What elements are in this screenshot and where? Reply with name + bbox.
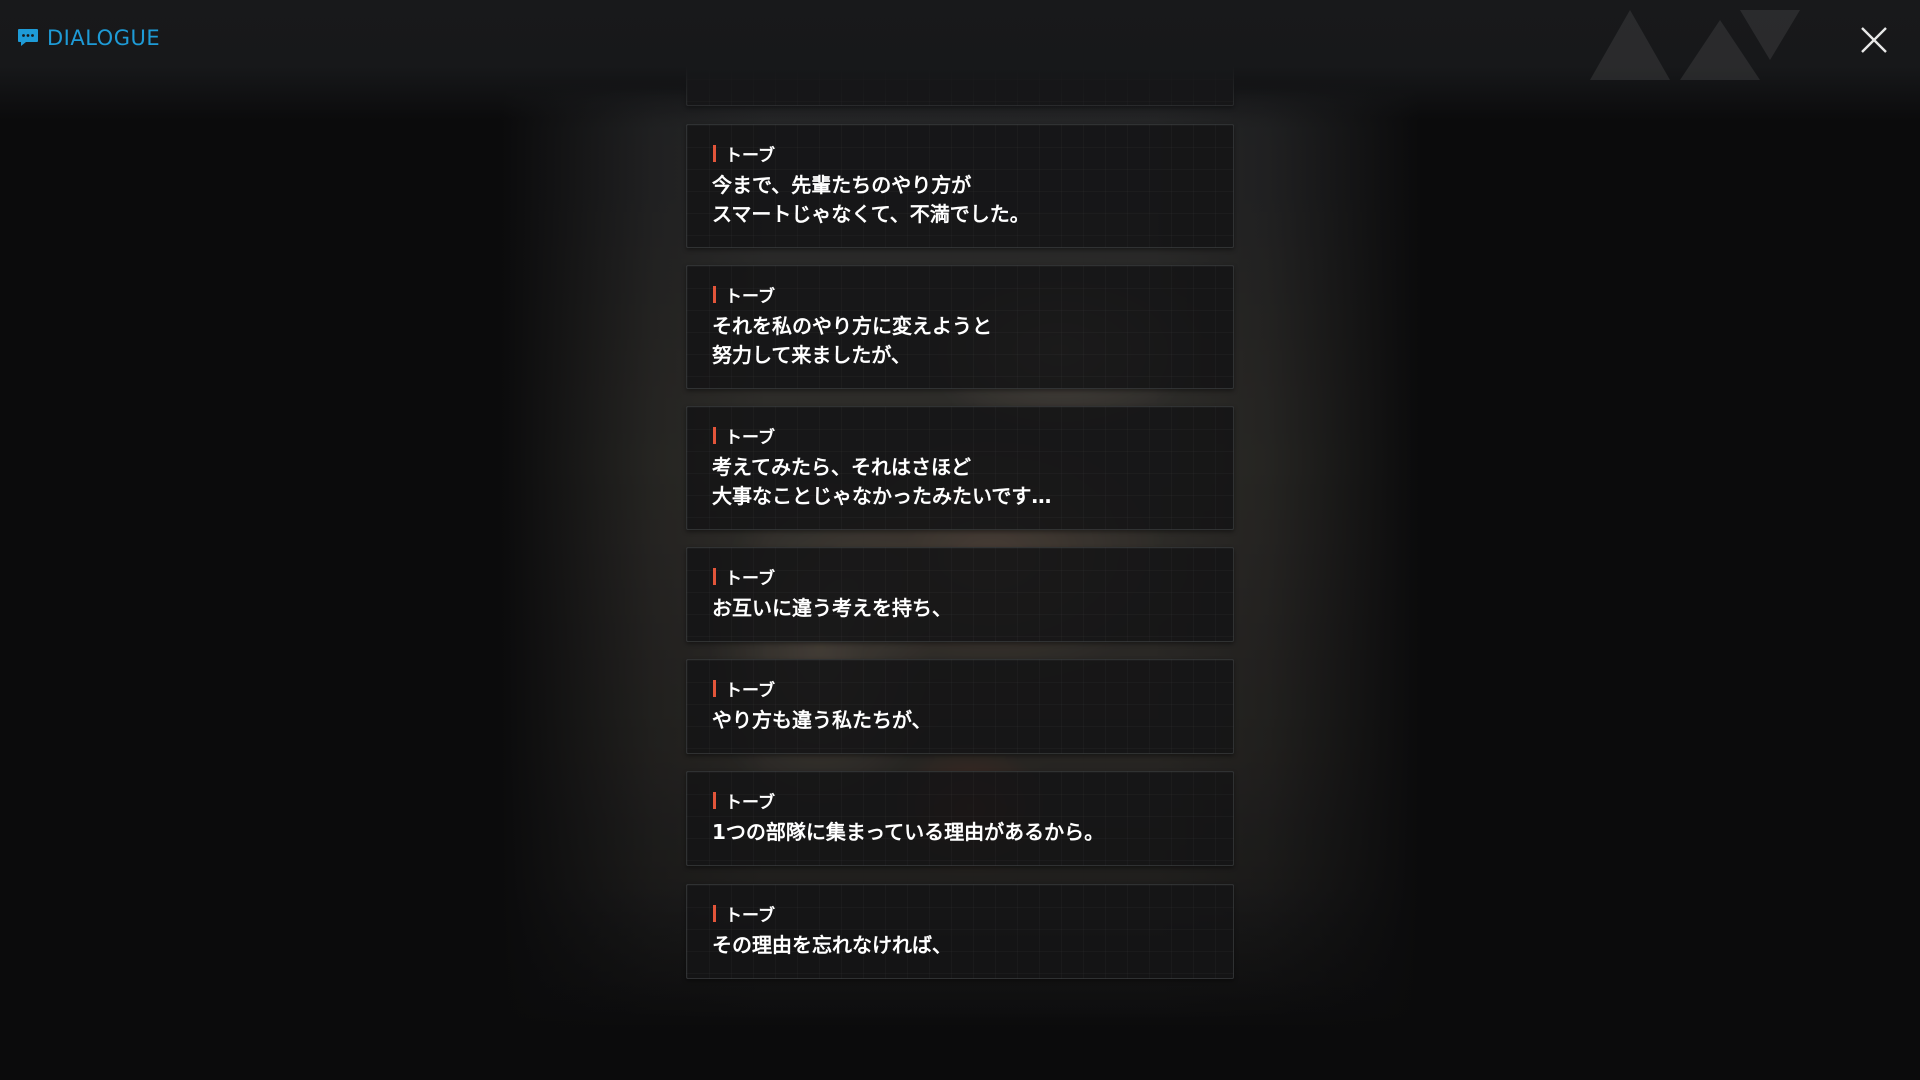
- dialogue-text-line: その理由を忘れなければ、: [712, 933, 952, 957]
- dialogue-text-line: 考えてみたら、それはさほど: [712, 455, 971, 479]
- speaker-name: トーブ: [713, 676, 775, 701]
- close-icon[interactable]: [1856, 22, 1892, 58]
- speaker-marker: [713, 905, 716, 922]
- dialogue-entry: トーブ お互いに違う考えを持ち、: [686, 547, 1234, 642]
- dialogue-entry: トーブ それを私のやり方に変えようと 努力して来ましたが、: [686, 265, 1234, 389]
- speaker-marker: [713, 145, 716, 162]
- speaker-name: トーブ: [713, 564, 775, 589]
- dialogue-text-line: それを私のやり方に変えようと: [712, 314, 992, 338]
- dialogue-entry: トーブ 考えてみたら、それはさほど 大事なことじゃなかったみたいです…: [686, 406, 1234, 530]
- dialogue-text-line: スマートじゃなくて、不満でした。: [712, 202, 1030, 226]
- speaker-marker: [713, 286, 716, 303]
- dialogue-entry: トーブ その理由を忘れなければ、: [686, 884, 1234, 979]
- speaker-name: トーブ: [713, 901, 775, 926]
- speaker-marker: [713, 427, 716, 444]
- speaker-marker: [713, 792, 716, 809]
- dialogue-text-line: 努力して来ましたが、: [712, 343, 911, 367]
- dialogue-log-screen: トーブ 今まで、先輩たちのやり方が スマートじゃなくて、不満でした。 トーブ そ…: [0, 0, 1920, 1080]
- speaker-name: トーブ: [713, 788, 775, 813]
- page-title: DIALOGUE: [17, 26, 160, 50]
- dialogue-entry: トーブ やり方も違う私たちが、: [686, 659, 1234, 754]
- speaker-marker: [713, 568, 716, 585]
- dialogue-text-line: 1つの部隊に集まっている理由があるから。: [712, 820, 1105, 844]
- speaker-name: トーブ: [713, 282, 775, 307]
- speaker-name: トーブ: [713, 141, 775, 166]
- speaker-name: トーブ: [713, 423, 775, 448]
- dialogue-text-line: 今まで、先輩たちのやり方が: [712, 173, 972, 197]
- speaker-marker: [713, 680, 716, 697]
- header-bar: DIALOGUE: [0, 0, 1920, 120]
- dialogue-text-line: 大事なことじゃなかったみたいです…: [712, 484, 1052, 508]
- page-title-text: DIALOGUE: [47, 26, 161, 50]
- dialogue-text-line: やり方も違う私たちが、: [712, 708, 932, 732]
- dialogue-entry: トーブ 1つの部隊に集まっている理由があるから。: [686, 771, 1234, 866]
- dialogue-entry: トーブ 今まで、先輩たちのやり方が スマートじゃなくて、不満でした。: [686, 124, 1234, 248]
- decorative-pattern: [1590, 10, 1800, 80]
- chat-bubble-icon: [18, 29, 38, 46]
- dialogue-text-line: お互いに違う考えを持ち、: [712, 596, 952, 620]
